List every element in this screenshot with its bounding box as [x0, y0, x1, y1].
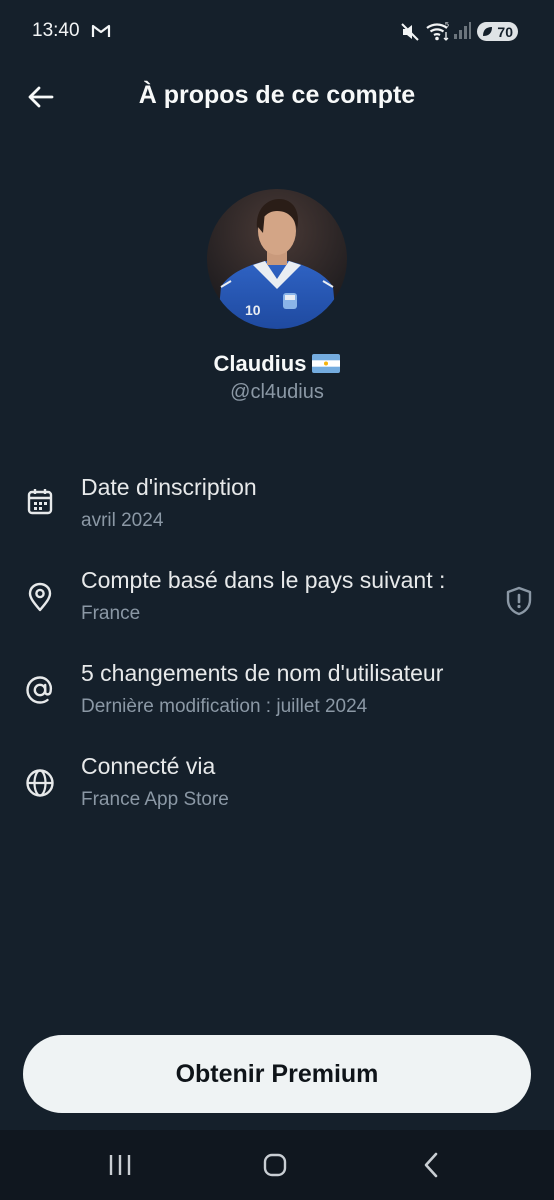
screen: 13:40 5 70 À propos de ce compte 10 Clau… [0, 0, 554, 1200]
mute-icon [401, 23, 419, 41]
recent-apps-icon[interactable] [105, 1152, 135, 1178]
info-row-username-changes: 5 changements de nom d'utilisateur Derni… [0, 660, 554, 740]
info-title: Date d'inscription [81, 474, 257, 500]
argentina-flag-icon [312, 354, 341, 373]
info-row-connected-via: Connecté via France App Store [0, 753, 554, 833]
info-row-join-date: Date d'inscription avril 2024 [0, 474, 554, 554]
svg-text:10: 10 [245, 302, 261, 318]
info-subtitle: France [81, 603, 141, 624]
globe-icon [26, 769, 54, 797]
status-time: 13:40 [32, 20, 80, 41]
page-title: À propos de ce compte [138, 81, 416, 109]
info-title: Compte basé dans le pays suivant : [81, 567, 446, 593]
header: À propos de ce compte [0, 62, 554, 132]
display-name-text: Claudius [213, 351, 307, 376]
location-pin-icon [28, 582, 52, 612]
navigation-bar [0, 1130, 554, 1200]
get-premium-button[interactable]: Obtenir Premium [23, 1035, 531, 1113]
back-icon[interactable] [420, 1151, 442, 1179]
info-title: Connecté via [81, 753, 216, 779]
svg-text:5: 5 [445, 22, 449, 29]
info-subtitle: France App Store [81, 789, 229, 810]
home-icon[interactable] [262, 1152, 288, 1178]
handle: @cl4udius [230, 381, 324, 403]
at-sign-icon [26, 676, 53, 704]
wifi-icon: 5 [426, 22, 449, 41]
status-bar: 13:40 5 70 [0, 0, 554, 62]
shield-icon[interactable] [504, 585, 534, 617]
battery-indicator: 70 [477, 22, 518, 41]
info-title: 5 changements de nom d'utilisateur [81, 660, 444, 686]
battery-level: 70 [497, 23, 513, 40]
gmail-icon [91, 24, 111, 37]
calendar-icon [27, 489, 53, 515]
info-row-country: Compte basé dans le pays suivant : Franc… [0, 567, 554, 647]
battery-saver-icon [483, 27, 492, 36]
avatar-image: 10 [207, 189, 347, 329]
info-subtitle: Dernière modification : juillet 2024 [81, 696, 368, 717]
info-subtitle: avril 2024 [81, 510, 164, 531]
display-name: Claudius [0, 351, 554, 377]
signal-icon [454, 22, 471, 39]
avatar[interactable]: 10 [207, 189, 347, 329]
